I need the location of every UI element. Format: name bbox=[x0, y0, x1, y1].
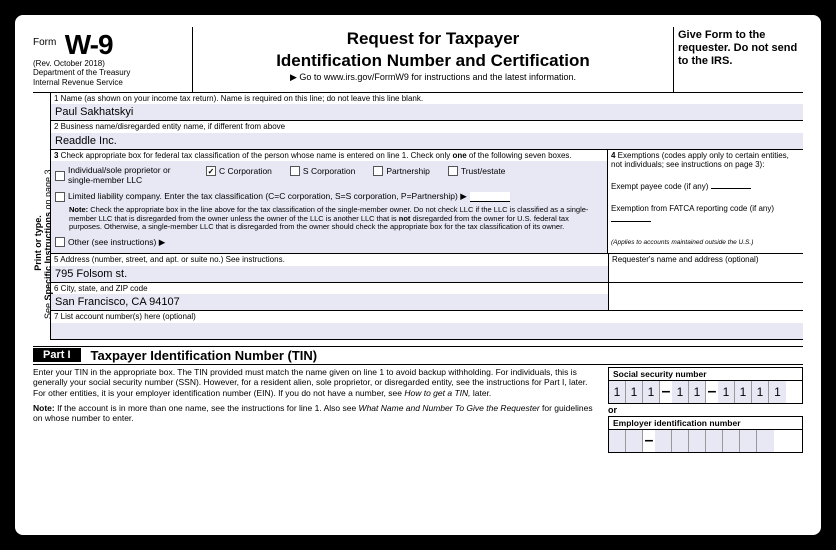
ssn-label: Social security number bbox=[608, 367, 803, 380]
header-center: Request for Taxpayer Identification Numb… bbox=[193, 27, 673, 92]
form-title-2: Identification Number and Certification bbox=[201, 51, 665, 71]
exempt-payee-field[interactable] bbox=[711, 180, 751, 189]
goto-link: ▶ Go to www.irs.gov/FormW9 for instructi… bbox=[201, 72, 665, 83]
line-5-row: 5 Address (number, street, and apt. or s… bbox=[51, 254, 803, 283]
line-5: 5 Address (number, street, and apt. or s… bbox=[51, 254, 608, 282]
ein-label: Employer identification number bbox=[608, 416, 803, 429]
account-numbers-field[interactable] bbox=[51, 323, 803, 339]
line-6: 6 City, state, and ZIP code San Francisc… bbox=[51, 283, 608, 311]
exempt-payee: Exempt payee code (if any) bbox=[611, 180, 800, 192]
part-1-header: Part I Taxpayer Identification Number (T… bbox=[33, 347, 803, 364]
tin-boxes: Social security number 1 1 1 – 1 1 – 1 1… bbox=[608, 367, 803, 453]
give-form-notice: Give Form to the requester. Do not send … bbox=[673, 27, 803, 92]
form-number: W-9 bbox=[65, 29, 113, 61]
line-1-label: 1 Name (as shown on your income tax retu… bbox=[51, 93, 803, 105]
line-3-4: 3 Check appropriate box for federal tax … bbox=[51, 150, 803, 254]
or-label: or bbox=[608, 404, 803, 416]
line-3: 3 Check appropriate box for federal tax … bbox=[51, 150, 608, 253]
tin-instructions-2: Note: If the account is in more than one… bbox=[33, 403, 600, 424]
checkbox-s-corp[interactable]: S Corporation bbox=[290, 166, 355, 176]
w9-form: Form W-9 (Rev. October 2018) Department … bbox=[15, 15, 821, 535]
line-4: 4 Exemptions (codes apply only to certai… bbox=[608, 150, 803, 253]
form-body: Print or type.See Specific Instructions … bbox=[33, 93, 803, 340]
part-1-body: Enter your TIN in the appropriate box. T… bbox=[33, 365, 803, 453]
line-1: 1 Name (as shown on your income tax retu… bbox=[51, 93, 803, 122]
line-6-row: 6 City, state, and ZIP code San Francisc… bbox=[51, 283, 803, 312]
part-1-title: Taxpayer Identification Number (TIN) bbox=[91, 348, 318, 363]
checkbox-partnership[interactable]: Partnership bbox=[373, 166, 429, 176]
checkbox-c-corp[interactable]: ✓C Corporation bbox=[206, 166, 272, 176]
line-4-label: 4 Exemptions (codes apply only to certai… bbox=[611, 151, 800, 170]
ein-field[interactable]: – bbox=[608, 429, 803, 453]
form-title-1: Request for Taxpayer bbox=[201, 29, 665, 49]
applies-note: (Applies to accounts maintained outside … bbox=[611, 239, 800, 247]
checkbox-other[interactable]: Other (see instructions) ▶ bbox=[55, 237, 165, 248]
llc-classification-field[interactable] bbox=[470, 192, 510, 202]
line-7: 7 List account number(s) here (optional) bbox=[51, 311, 803, 340]
tin-instructions-1: Enter your TIN in the appropriate box. T… bbox=[33, 367, 600, 399]
print-or-type-instructions: Print or type.See Specific Instructions … bbox=[33, 113, 53, 373]
dept-treasury: Department of the Treasury bbox=[33, 69, 186, 78]
llc-note: Note: Check the appropriate box in the l… bbox=[55, 205, 603, 234]
line-2: 2 Business name/disregarded entity name,… bbox=[51, 121, 803, 150]
classification-checkboxes: Individual/sole proprietor or single-mem… bbox=[51, 161, 607, 253]
ssn-field[interactable]: 1 1 1 – 1 1 – 1 1 1 1 bbox=[608, 380, 803, 404]
name-field[interactable]: Paul Sakhatskyi bbox=[51, 104, 803, 120]
form-header: Form W-9 (Rev. October 2018) Department … bbox=[33, 27, 803, 93]
line-7-label: 7 List account number(s) here (optional) bbox=[51, 311, 803, 323]
line-3-label: 3 Check appropriate box for federal tax … bbox=[51, 150, 607, 162]
line-2-label: 2 Business name/disregarded entity name,… bbox=[51, 121, 803, 133]
checkbox-trust[interactable]: Trust/estate bbox=[448, 166, 506, 176]
line-5-label: 5 Address (number, street, and apt. or s… bbox=[51, 254, 608, 266]
line-6-label: 6 City, state, and ZIP code bbox=[51, 283, 608, 295]
part-1-text: Enter your TIN in the appropriate box. T… bbox=[33, 367, 608, 453]
rotate-column: Print or type.See Specific Instructions … bbox=[33, 93, 51, 340]
main-column: 1 Name (as shown on your income tax retu… bbox=[51, 93, 803, 340]
header-left: Form W-9 (Rev. October 2018) Department … bbox=[33, 27, 193, 92]
requester-box-cont bbox=[608, 283, 803, 311]
checkbox-individual[interactable]: Individual/sole proprietor or single-mem… bbox=[55, 166, 188, 185]
fatca-field[interactable] bbox=[611, 213, 651, 222]
city-state-zip-field[interactable]: San Francisco, CA 94107 bbox=[51, 294, 608, 310]
part-1: Part I Taxpayer Identification Number (T… bbox=[33, 346, 803, 365]
requester-box: Requester's name and address (optional) bbox=[608, 254, 803, 282]
form-label: Form bbox=[33, 37, 56, 48]
irs: Internal Revenue Service bbox=[33, 79, 186, 88]
checkbox-llc[interactable]: Limited liability company. Enter the tax… bbox=[55, 191, 510, 202]
business-name-field[interactable]: Readdle Inc. bbox=[51, 133, 803, 149]
fatca-exemption: Exemption from FATCA reporting code (if … bbox=[611, 204, 800, 225]
address-field[interactable]: 795 Folsom st. bbox=[51, 266, 608, 282]
